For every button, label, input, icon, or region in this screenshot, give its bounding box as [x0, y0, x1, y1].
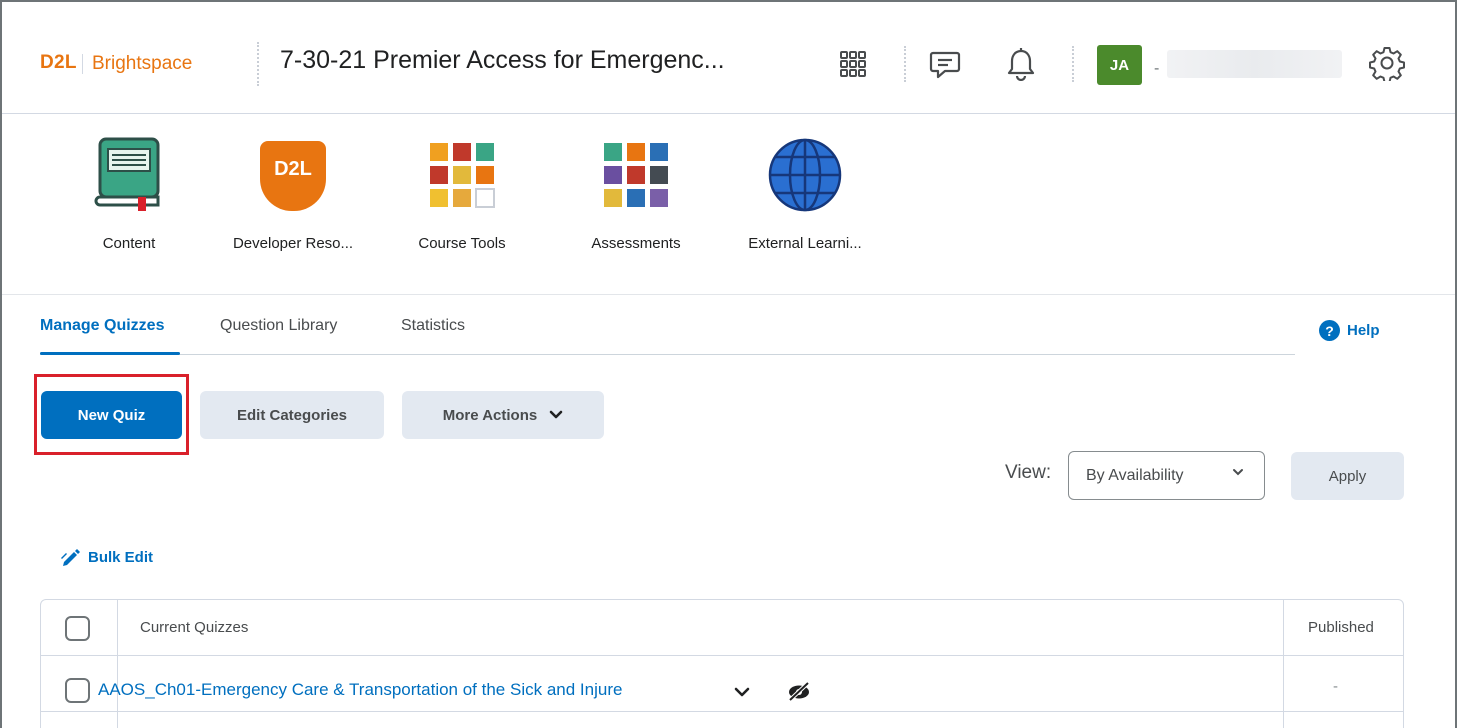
assessments-icon [596, 135, 676, 215]
svg-text:D2L: D2L [274, 158, 312, 180]
new-quiz-button[interactable]: New Quiz [41, 391, 182, 439]
quizzes-table: Current Quizzes Published - [40, 599, 1404, 728]
nav-item-label: Assessments [591, 235, 681, 252]
nav-item-label: Content [102, 235, 156, 252]
bulk-edit-label: Bulk Edit [88, 548, 154, 566]
chevron-down-icon [1233, 469, 1243, 476]
published-value: - [1333, 678, 1338, 695]
apply-button[interactable]: Apply [1291, 452, 1404, 500]
book-icon [89, 135, 169, 215]
view-select-value: By Availability [1086, 466, 1184, 484]
nav-item-content[interactable]: Content [88, 135, 170, 252]
help-icon: ? [1319, 320, 1340, 341]
divider [1072, 46, 1074, 82]
nav-item-developer-resources[interactable]: D2L Developer Reso... [218, 135, 368, 252]
more-actions-label: More Actions [442, 406, 538, 424]
tab-question-library[interactable]: Question Library [220, 317, 337, 335]
waffle-grid-icon[interactable] [837, 48, 869, 80]
course-navbar: Content D2L Developer Reso... Course Too… [2, 115, 1455, 295]
chevron-down-icon [549, 410, 563, 419]
avatar[interactable]: JA [1097, 45, 1142, 85]
table-header-row: Current Quizzes Published [41, 600, 1403, 656]
bulk-edit-icon [61, 549, 80, 566]
nav-item-assessments[interactable]: Assessments [580, 135, 692, 252]
quiz-tabs: Manage Quizzes Question Library Statisti… [40, 307, 1295, 355]
logo-divider [82, 54, 83, 74]
nav-item-label: External Learni... [748, 235, 862, 252]
globe-icon [765, 135, 845, 215]
message-alerts-icon[interactable] [927, 46, 963, 82]
tab-manage-quizzes[interactable]: Manage Quizzes [40, 317, 164, 335]
course-tools-icon [422, 135, 502, 215]
d2l-logo[interactable]: D2L [40, 52, 77, 74]
edit-categories-button[interactable]: Edit Categories [200, 391, 384, 439]
course-title[interactable]: 7-30-21 Premier Access for Emergenc... [280, 46, 725, 75]
select-all-checkbox[interactable] [65, 616, 90, 641]
active-tab-indicator [40, 352, 180, 355]
user-name-dash: - [1154, 60, 1160, 77]
minibar-header: D2L Brightspace 7-30-21 Premier Access f… [2, 2, 1455, 114]
nav-item-external-learning[interactable]: External Learni... [732, 135, 878, 252]
view-select[interactable]: By Availability [1068, 451, 1265, 500]
column-header-published[interactable]: Published [1308, 619, 1374, 636]
quiz-title-link[interactable]: AAOS_Ch01-Emergency Care & Transportatio… [98, 680, 622, 700]
bulk-edit-button[interactable]: Bulk Edit [60, 546, 153, 568]
view-label: View: [1005, 462, 1052, 483]
user-name-redacted[interactable] [1167, 50, 1342, 78]
help-link[interactable]: ? Help [1319, 320, 1380, 341]
row-select-checkbox[interactable] [65, 678, 90, 703]
gear-icon[interactable] [1368, 44, 1406, 82]
chevron-down-icon[interactable] [734, 686, 750, 698]
more-actions-button[interactable]: More Actions [402, 391, 604, 439]
hidden-eye-icon [788, 681, 810, 702]
browser-frame: D2L Brightspace 7-30-21 Premier Access f… [0, 0, 1457, 728]
nav-item-label: Course Tools [418, 235, 506, 252]
brightspace-logo[interactable]: Brightspace [92, 53, 192, 75]
bell-icon[interactable] [1004, 46, 1038, 82]
column-header-current-quizzes[interactable]: Current Quizzes [140, 619, 248, 636]
d2l-logo-icon: D2L [253, 135, 333, 215]
divider [257, 42, 259, 86]
help-label: Help [1347, 322, 1380, 339]
nav-item-course-tools[interactable]: Course Tools [410, 135, 514, 252]
tab-statistics[interactable]: Statistics [401, 317, 465, 335]
nav-item-label: Developer Reso... [232, 235, 354, 252]
divider [904, 46, 906, 82]
